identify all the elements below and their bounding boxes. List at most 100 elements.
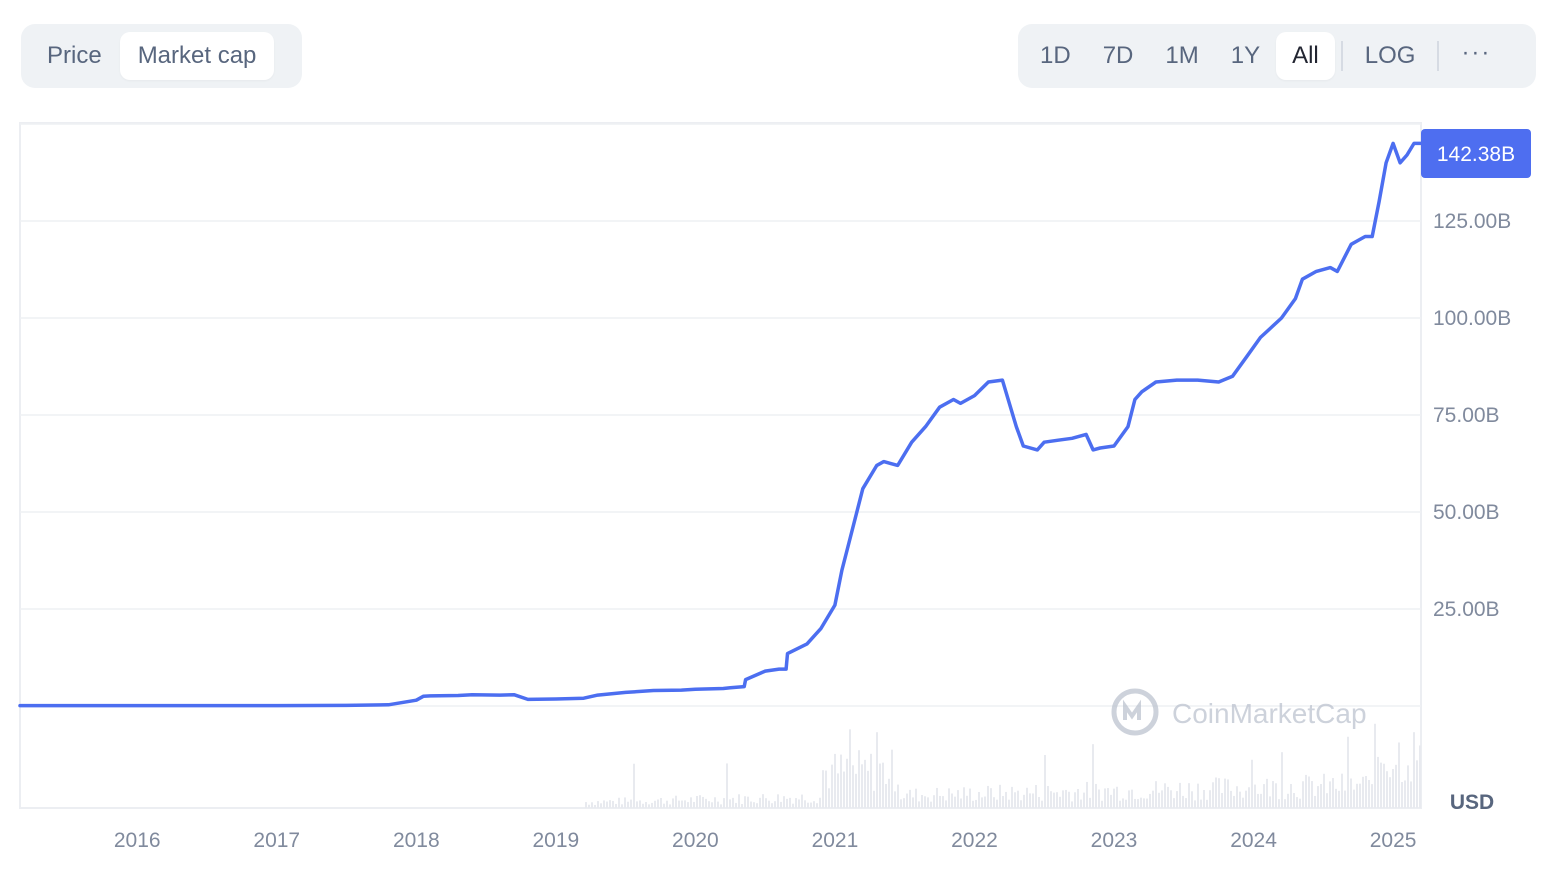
volume-bar [1368,780,1370,808]
volume-bar [591,802,593,808]
x-tick-label: 2018 [393,829,440,852]
volume-bar [1272,781,1274,808]
volume-bar [1044,755,1046,808]
volume-bar [894,791,896,808]
volume-bar [972,800,974,808]
volume-bar [927,797,929,808]
volume-bar [906,793,908,808]
volume-bar [1314,795,1316,808]
volume-bar [630,799,632,808]
volume-bar [1257,793,1259,808]
volume-bar [1143,798,1145,808]
volume-bars [585,723,1421,808]
volume-bar [1263,784,1265,808]
volume-bar [1323,773,1325,808]
volume-bar [663,803,665,808]
volume-bar [1098,789,1100,808]
volume-bar [912,797,914,808]
volume-bar [1269,796,1271,808]
volume-bar [966,795,968,808]
watermark-text: CoinMarketCap [1172,698,1367,729]
currency-label: USD [1450,791,1494,814]
volume-bar [1092,744,1094,808]
volume-bar [1152,790,1154,808]
volume-bar [660,798,662,808]
volume-bar [1128,790,1130,808]
volume-bar [801,794,803,808]
volume-bar [870,753,872,808]
volume-bar [1032,793,1034,808]
volume-bar [1407,765,1409,808]
volume-bar [666,800,668,808]
volume-bar [1218,778,1220,808]
volume-bar [1404,780,1406,808]
volume-bar [693,801,695,808]
volume-bar [867,770,869,808]
volume-bar [1353,789,1355,808]
volume-bar [1338,790,1340,808]
volume-bar [852,765,854,808]
volume-bar [1107,788,1109,808]
current-value-badge: 142.38B [1421,129,1531,178]
volume-bar [1053,792,1055,808]
volume-bar [618,797,620,808]
volume-bar [1188,783,1190,808]
volume-bar [1200,799,1202,808]
volume-bar [789,797,791,808]
volume-bar [1056,792,1058,808]
volume-bar [681,800,683,808]
volume-bar [795,798,797,808]
volume-bar [747,796,749,808]
volume-bar [936,787,938,808]
x-tick-label: 2021 [812,829,859,852]
volume-bar [993,797,995,808]
volume-bar [951,793,953,808]
volume-bar [636,801,638,808]
volume-bar [1317,786,1319,808]
volume-bar [1050,791,1052,808]
volume-bar [1395,764,1397,808]
volume-bar [1155,781,1157,808]
volume-bar [930,801,932,808]
volume-bar [1254,784,1256,808]
volume-bar [1221,792,1223,808]
volume-bar [1029,793,1031,808]
volume-bar [699,795,701,808]
volume-bar [756,803,758,808]
volume-bar [882,762,884,808]
volume-bar [615,803,617,808]
volume-bar [696,796,698,808]
volume-bar [639,800,641,808]
volume-bar [1386,771,1388,808]
volume-bar [1287,793,1289,808]
volume-bar [642,803,644,808]
volume-bar [996,799,998,808]
volume-bar [834,753,836,808]
volume-bar [762,794,764,808]
volume-bar [1104,788,1106,808]
volume-bar [978,792,980,808]
volume-bar [1335,788,1337,808]
y-tick-label: 50.00B [1433,501,1500,524]
volume-bar [1383,763,1385,808]
volume-bar [810,802,812,808]
volume-bar [585,802,587,808]
volume-bar [954,796,956,808]
volume-bar [684,800,686,808]
volume-bar [1341,773,1343,808]
volume-bar [1095,783,1097,808]
volume-bar [723,798,725,808]
volume-bar [597,801,599,808]
volume-bar [1086,781,1088,808]
x-axis-tick-labels: 2016 2017 2018 2019 2020 2021 2022 2023 2024 2025 [114,829,1417,852]
volume-bar [903,798,905,808]
volume-bar [819,797,821,808]
volume-bar [1275,783,1277,808]
volume-bar [1251,759,1253,808]
volume-bar [831,764,833,808]
volume-bar [1371,784,1373,808]
volume-bar [1248,787,1250,808]
x-tick-label: 2020 [672,829,719,852]
volume-bar [1365,776,1367,808]
volume-bar [1026,787,1028,808]
